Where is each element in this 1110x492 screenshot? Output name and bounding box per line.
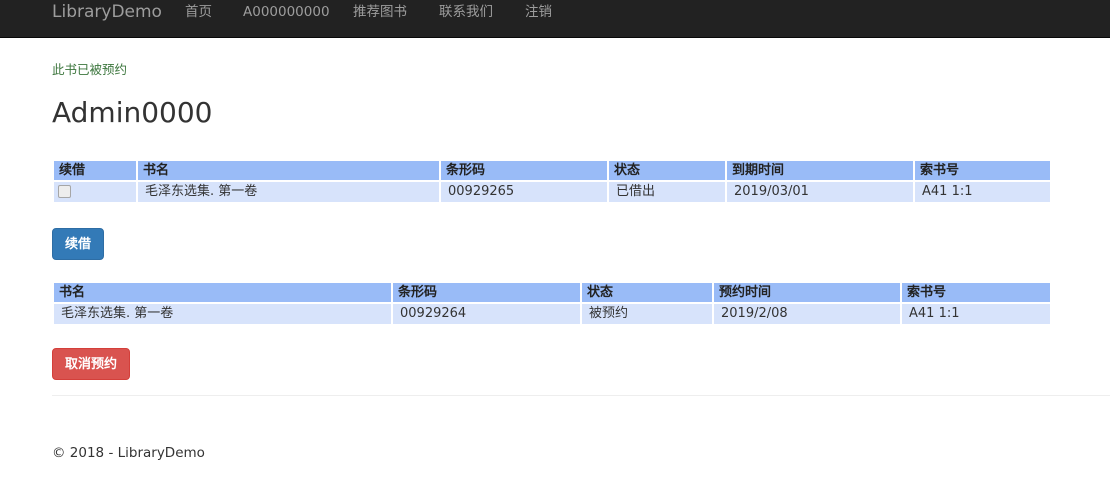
table-row: 毛泽东选集. 第一卷 00929265 已借出 2019/03/01 A41 1…: [54, 182, 1050, 202]
reserved-books-table: 书名 条形码 状态 预约时间 索书号 毛泽东选集. 第一卷 00929264 被…: [52, 281, 1052, 326]
brand-link[interactable]: LibraryDemo: [52, 0, 162, 25]
due-date-cell: 2019/03/01: [727, 182, 913, 202]
column-header-status: 状态: [609, 161, 725, 180]
call-number-cell: A41 1:1: [902, 304, 1050, 324]
reserve-time-cell: 2019/2/08: [714, 304, 900, 324]
nav-home[interactable]: 首页: [185, 0, 212, 25]
page-title: Admin0000: [52, 96, 213, 129]
status-message: 此书已被预约: [52, 62, 128, 77]
column-header-barcode: 条形码: [441, 161, 607, 180]
status-cell: 已借出: [609, 182, 725, 202]
table-header-row: 续借 书名 条形码 状态 到期时间 索书号: [54, 161, 1050, 180]
column-header-title: 书名: [138, 161, 439, 180]
barcode-cell: 00929265: [441, 182, 607, 202]
table-row: 毛泽东选集. 第一卷 00929264 被预约 2019/2/08 A41 1:…: [54, 304, 1050, 324]
column-header-call-number: 索书号: [915, 161, 1050, 180]
renew-checkbox[interactable]: [58, 185, 71, 198]
navbar: LibraryDemo 首页 A000000000 推荐图书 联系我们 注销: [0, 0, 1110, 38]
column-header-title: 书名: [54, 283, 391, 302]
nav-logout[interactable]: 注销: [525, 0, 552, 25]
column-header-barcode: 条形码: [393, 283, 580, 302]
nav-account[interactable]: A000000000: [243, 0, 330, 25]
footer-copyright: © 2018 - LibraryDemo: [52, 445, 205, 461]
borrowed-books-table: 续借 书名 条形码 状态 到期时间 索书号 毛泽东选集. 第一卷 0092926…: [52, 159, 1052, 204]
call-number-cell: A41 1:1: [915, 182, 1050, 202]
book-title-cell: 毛泽东选集. 第一卷: [54, 304, 391, 324]
cancel-reservation-button[interactable]: 取消预约: [52, 348, 131, 380]
column-header-call-number: 索书号: [902, 283, 1050, 302]
renew-cell: [54, 182, 136, 202]
footer-divider: [52, 395, 1110, 396]
barcode-cell: 00929264: [393, 304, 580, 324]
column-header-status: 状态: [582, 283, 712, 302]
column-header-due-date: 到期时间: [727, 161, 913, 180]
table-header-row: 书名 条形码 状态 预约时间 索书号: [54, 283, 1050, 302]
renew-button[interactable]: 续借: [52, 228, 105, 260]
book-title-cell: 毛泽东选集. 第一卷: [138, 182, 439, 202]
nav-contact[interactable]: 联系我们: [439, 0, 493, 25]
nav-recommended-books[interactable]: 推荐图书: [353, 0, 407, 25]
column-header-reserve-time: 预约时间: [714, 283, 900, 302]
column-header-renew: 续借: [54, 161, 136, 180]
status-cell: 被预约: [582, 304, 712, 324]
